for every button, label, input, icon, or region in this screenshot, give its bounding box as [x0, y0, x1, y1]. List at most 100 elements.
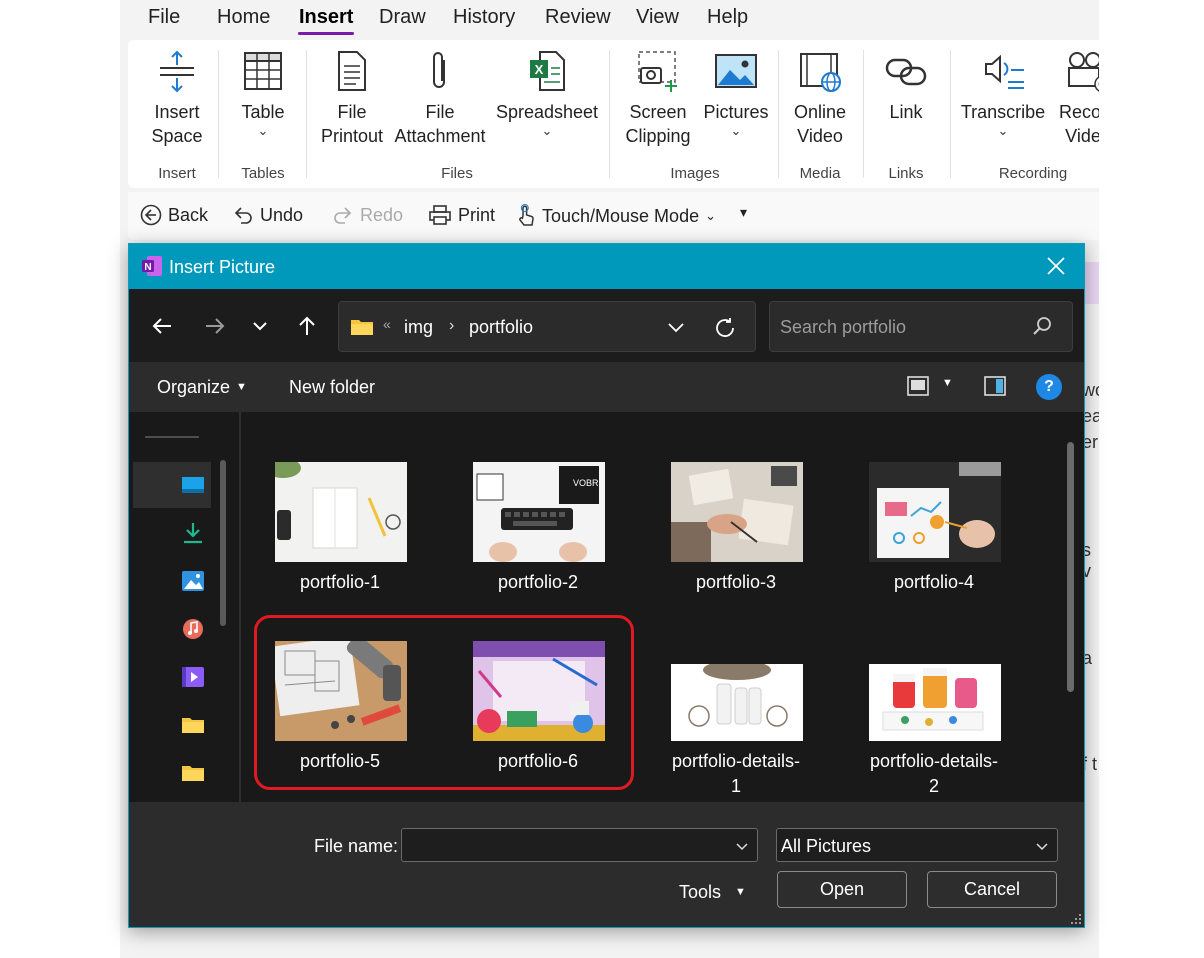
- sidebar-item-pictures[interactable]: [133, 558, 211, 604]
- touch-mouse-mode-label: Touch/Mouse Mode: [542, 205, 700, 226]
- file-tile[interactable]: portfolio-details- 1: [637, 641, 835, 801]
- tools-label: Tools: [679, 882, 722, 902]
- file-type-select[interactable]: All Pictures: [776, 828, 1058, 862]
- navigation-bar: « img › portfolio: [129, 289, 1084, 362]
- file-attachment-button[interactable]: File Attachment: [392, 48, 488, 148]
- file-tile[interactable]: portfolio-details- 2: [835, 641, 1033, 801]
- thumbnail-image: VOBR: [473, 462, 605, 562]
- sidebar-item-videos[interactable]: [133, 654, 211, 700]
- preview-pane-icon: [984, 376, 1006, 396]
- sidebar-item-music[interactable]: [133, 606, 211, 652]
- sidebar-item-desktop[interactable]: [133, 462, 211, 508]
- chevron-down-icon: ⌄: [730, 123, 742, 138]
- thumbnail-image: [275, 462, 407, 562]
- file-printout-button[interactable]: File Printout: [314, 48, 390, 148]
- scrollbar-thumb[interactable]: [1067, 442, 1074, 692]
- organize-button[interactable]: Organize ▼: [157, 377, 247, 398]
- insert-space-button[interactable]: Insert Space: [144, 48, 210, 148]
- menu-view[interactable]: View: [636, 6, 679, 29]
- cancel-button[interactable]: Cancel: [927, 871, 1057, 908]
- sidebar-item-folder[interactable]: [133, 702, 211, 748]
- chevron-down-icon: ⌄: [997, 123, 1009, 138]
- customize-toolbar-button[interactable]: ▾: [740, 204, 747, 221]
- file-tile[interactable]: portfolio-4: [835, 462, 1033, 612]
- ribbon-separator: [218, 50, 219, 178]
- link-button[interactable]: Link: [870, 48, 942, 124]
- active-tab-indicator: [298, 32, 354, 35]
- print-button[interactable]: Print: [428, 204, 495, 226]
- menu-file[interactable]: File: [148, 6, 180, 29]
- help-icon[interactable]: ?: [1036, 374, 1062, 400]
- open-button[interactable]: Open: [777, 871, 907, 908]
- group-media-label: Media: [799, 165, 841, 182]
- address-dropdown-button[interactable]: [667, 314, 685, 341]
- menu-insert[interactable]: Insert: [299, 6, 353, 29]
- file-tile[interactable]: portfolio-1: [241, 462, 439, 612]
- view-options-caret-icon[interactable]: ▼: [942, 377, 953, 389]
- transcribe-icon: [985, 54, 1024, 89]
- close-button[interactable]: [1042, 252, 1070, 280]
- refresh-button[interactable]: [713, 312, 737, 346]
- file-list-scrollbar[interactable]: [1065, 432, 1075, 802]
- preview-pane-button[interactable]: [983, 374, 1007, 398]
- link-label: Link: [889, 102, 923, 122]
- nav-pane-scrollbar[interactable]: [220, 460, 226, 626]
- resize-grip-icon[interactable]: [1070, 913, 1082, 925]
- view-mode-button[interactable]: [906, 374, 930, 398]
- spreadsheet-button[interactable]: X Spreadsheet ⌄: [494, 48, 600, 138]
- group-tables-label: Tables: [241, 165, 285, 182]
- group-recording-label: Recording: [998, 165, 1068, 182]
- menu-draw[interactable]: Draw: [379, 6, 426, 29]
- file-printout-icon: [338, 51, 366, 91]
- pictures-icon: [182, 571, 204, 591]
- table-icon: [244, 52, 282, 90]
- file-type-dropdown[interactable]: [1035, 833, 1049, 858]
- file-tile[interactable]: portfolio-3: [637, 462, 835, 612]
- tools-button[interactable]: Tools ▼: [679, 882, 746, 903]
- thumbnail-image: [869, 462, 1001, 562]
- pictures-label: Pictures: [703, 102, 769, 122]
- new-folder-button[interactable]: New folder: [289, 377, 375, 398]
- file-tile[interactable]: VOBR portfolio-2: [439, 462, 637, 612]
- menu-home[interactable]: Home: [217, 6, 270, 29]
- back-button[interactable]: Back: [140, 204, 208, 226]
- redo-button[interactable]: Redo: [332, 204, 403, 226]
- sidebar-item-downloads[interactable]: [133, 510, 211, 556]
- address-bar[interactable]: « img › portfolio: [338, 301, 756, 352]
- organize-label: Organize: [157, 377, 231, 397]
- table-button[interactable]: Table ⌄: [230, 48, 296, 138]
- recent-locations-button[interactable]: [245, 311, 275, 341]
- undo-button[interactable]: Undo: [232, 204, 303, 226]
- record-video-button[interactable]: Record Video: [1048, 48, 1099, 148]
- insert-space-icon: [160, 50, 194, 93]
- chevron-down-icon: ⌄: [705, 208, 716, 223]
- search-icon[interactable]: [1032, 316, 1052, 336]
- pictures-button[interactable]: Pictures ⌄: [700, 48, 772, 138]
- menu-review[interactable]: Review: [545, 6, 611, 29]
- menu-history[interactable]: History: [453, 6, 515, 29]
- file-name-input[interactable]: [410, 835, 710, 856]
- overflow-chevron[interactable]: «: [383, 316, 391, 332]
- breadcrumb-portfolio[interactable]: portfolio: [469, 317, 533, 338]
- selection-highlight: [254, 615, 634, 790]
- thumbnail-image: [869, 664, 1001, 741]
- transcribe-button[interactable]: Transcribe ⌄: [958, 48, 1048, 138]
- back-nav-button[interactable]: [147, 311, 177, 341]
- up-nav-button[interactable]: [292, 311, 322, 341]
- online-video-button[interactable]: Online Video: [784, 48, 856, 148]
- sidebar-item-folder[interactable]: [133, 750, 211, 796]
- forward-nav-button[interactable]: [200, 311, 230, 341]
- svg-text:VOBR: VOBR: [573, 478, 599, 488]
- close-icon: [1047, 257, 1065, 275]
- touch-mouse-mode-button[interactable]: Touch/Mouse Mode ⌄: [516, 204, 716, 228]
- file-name-combobox[interactable]: [401, 828, 758, 862]
- print-label: Print: [458, 204, 496, 225]
- search-box[interactable]: [769, 301, 1073, 352]
- record-video-icon: [1068, 52, 1099, 92]
- caret-down-icon: ▼: [735, 886, 746, 898]
- menu-help[interactable]: Help: [707, 6, 748, 29]
- search-input[interactable]: [780, 315, 1020, 339]
- screen-clipping-button[interactable]: Screen Clipping: [618, 48, 698, 148]
- breadcrumb-img[interactable]: img: [404, 317, 433, 338]
- file-name-dropdown[interactable]: [735, 833, 749, 858]
